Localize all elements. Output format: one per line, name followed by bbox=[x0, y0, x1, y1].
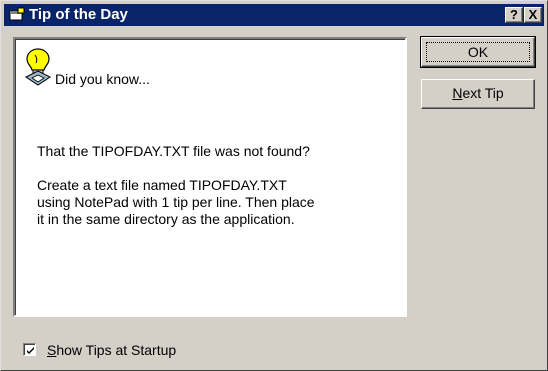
tip-of-the-day-dialog: Tip of the Day ? X Did you know... That … bbox=[0, 0, 548, 371]
show-tips-checkbox[interactable] bbox=[23, 343, 36, 356]
title-bar[interactable]: Tip of the Day ? X bbox=[4, 4, 544, 26]
show-tips-label-rest: how Tips at Startup bbox=[56, 342, 177, 358]
window-icon[interactable] bbox=[9, 7, 25, 23]
tip-panel: Did you know... That the TIPOFDAY.TXT fi… bbox=[13, 37, 407, 317]
close-button[interactable]: X bbox=[524, 7, 542, 23]
checkmark-icon bbox=[27, 347, 34, 354]
show-tips-label: Show Tips at Startup bbox=[47, 341, 176, 359]
help-button[interactable]: ? bbox=[505, 7, 523, 23]
ok-button-label: OK bbox=[426, 42, 530, 62]
tip-body: That the TIPOFDAY.TXT file was not found… bbox=[37, 143, 315, 227]
next-tip-label: ext Tip bbox=[462, 85, 504, 101]
lightbulb-icon bbox=[23, 47, 53, 87]
show-tips-mnemonic: S bbox=[47, 342, 57, 358]
tip-heading: Did you know... bbox=[55, 71, 150, 87]
next-tip-button[interactable]: Next Tip bbox=[421, 79, 535, 109]
window-title: Tip of the Day bbox=[29, 6, 128, 23]
next-tip-mnemonic: N bbox=[452, 85, 463, 101]
ok-button[interactable]: OK bbox=[420, 36, 536, 68]
